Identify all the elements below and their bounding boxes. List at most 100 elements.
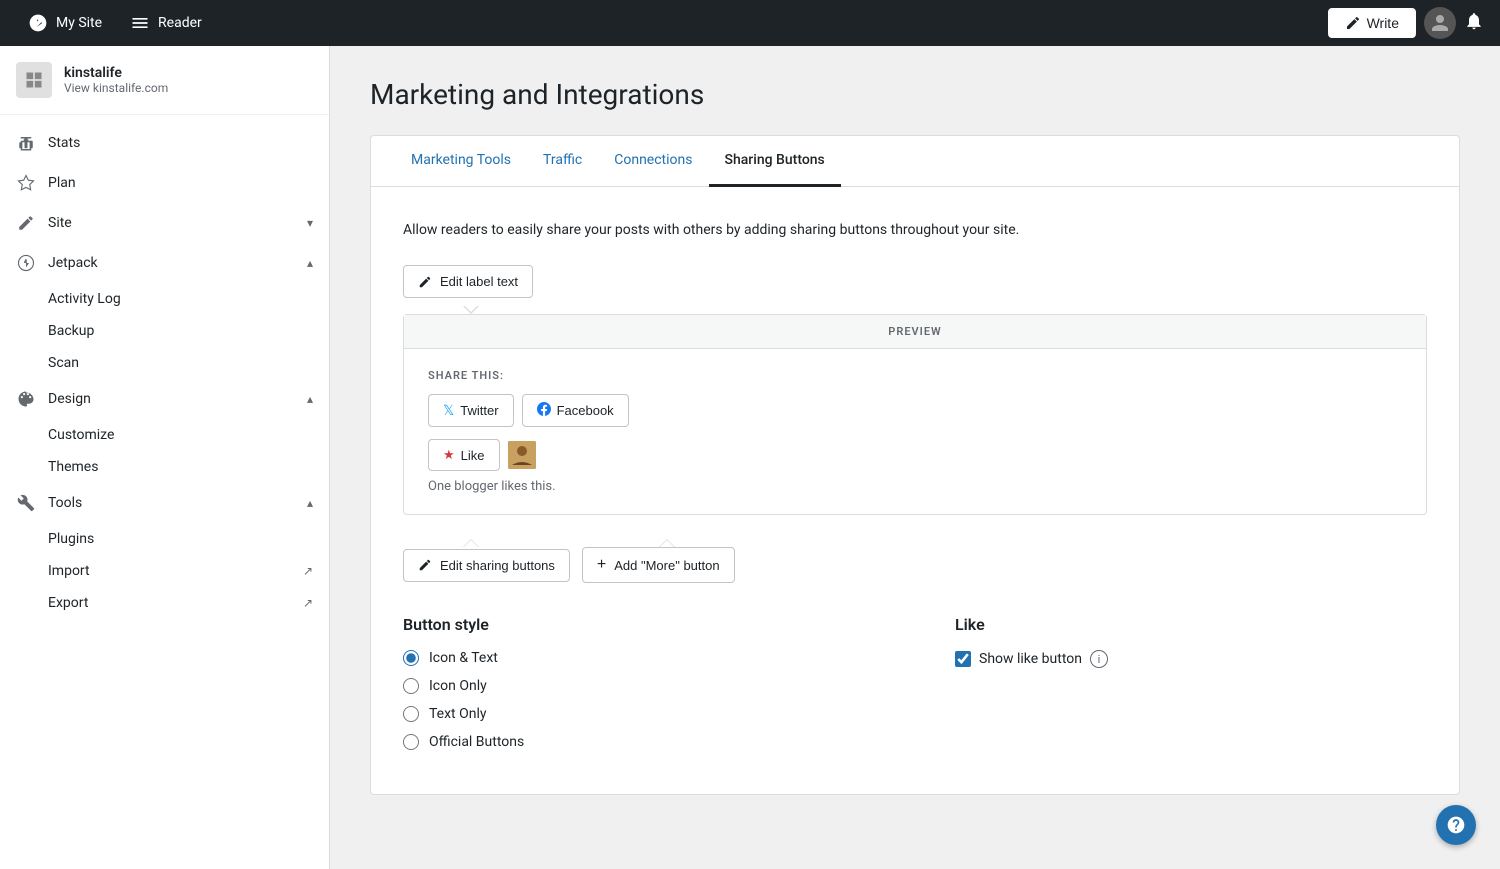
blogger-avatar-image xyxy=(508,441,536,469)
grid-icon xyxy=(24,70,44,90)
sidebar-item-backup[interactable]: Backup xyxy=(0,315,329,347)
sidebar-item-tools[interactable]: Tools ▴ xyxy=(0,483,329,523)
design-chevron-icon: ▴ xyxy=(307,392,313,406)
style-radio-official[interactable] xyxy=(403,734,419,750)
user-avatar[interactable] xyxy=(1424,7,1456,39)
tools-chevron-icon: ▴ xyxy=(307,496,313,510)
jetpack-label: Jetpack xyxy=(48,255,295,271)
options-row: Button style Icon & Text Icon Only Text … xyxy=(403,615,1427,762)
blogger-avatar xyxy=(508,441,536,469)
style-label-icon-text: Icon & Text xyxy=(429,650,498,666)
twitter-share-button[interactable]: 𝕏 Twitter xyxy=(428,394,514,427)
preview-content: SHARE THIS: 𝕏 Twitter Facebook xyxy=(404,349,1426,514)
site-header: kinstalife View kinstalife.com xyxy=(0,46,329,115)
sidebar-item-import[interactable]: Import ↗ xyxy=(0,555,329,587)
wordpress-icon xyxy=(28,13,48,33)
sidebar-navigation: Stats Plan Site ▾ xyxy=(0,115,329,627)
sidebar-item-scan[interactable]: Scan xyxy=(0,347,329,379)
style-option-official[interactable]: Official Buttons xyxy=(403,734,875,750)
show-like-button-checkbox[interactable] xyxy=(955,651,971,667)
facebook-icon xyxy=(537,402,551,419)
pencil-small-icon xyxy=(418,275,432,289)
plan-label: Plan xyxy=(48,175,313,191)
sidebar-item-export[interactable]: Export ↗ xyxy=(0,587,329,619)
site-info: kinstalife View kinstalife.com xyxy=(64,65,168,95)
sidebar-item-activity-log[interactable]: Activity Log xyxy=(0,283,329,315)
style-label-icon-only: Icon Only xyxy=(429,678,487,694)
reader-icon xyxy=(130,13,150,33)
twitter-label: Twitter xyxy=(460,403,498,418)
tab-marketing-tools[interactable]: Marketing Tools xyxy=(395,136,527,187)
write-label: Write xyxy=(1367,15,1399,31)
edit-sharing-buttons-label: Edit sharing buttons xyxy=(440,558,555,573)
edit-sharing-buttons-button[interactable]: Edit sharing buttons xyxy=(403,549,570,582)
site-chevron-icon: ▾ xyxy=(307,216,313,230)
add-more-button[interactable]: + Add "More" button xyxy=(582,547,735,583)
jetpack-icon xyxy=(16,253,36,273)
button-style-group: Button style Icon & Text Icon Only Text … xyxy=(403,615,875,762)
sidebar-item-plan[interactable]: Plan xyxy=(0,163,329,203)
scan-label: Scan xyxy=(48,355,79,371)
style-radio-text-only[interactable] xyxy=(403,706,419,722)
backup-label: Backup xyxy=(48,323,94,339)
twitter-icon: 𝕏 xyxy=(443,402,454,419)
like-section-title: Like xyxy=(955,615,1427,634)
write-icon xyxy=(1345,15,1361,31)
bell-icon xyxy=(1464,11,1484,31)
edit-label-text-label: Edit label text xyxy=(440,274,518,289)
tab-traffic[interactable]: Traffic xyxy=(527,136,598,187)
edit-label-arrow xyxy=(463,306,479,314)
one-blogger-text: One blogger likes this. xyxy=(428,479,1402,494)
like-button[interactable]: ★ Like xyxy=(428,439,500,471)
facebook-label: Facebook xyxy=(557,403,614,418)
style-option-icon-only[interactable]: Icon Only xyxy=(403,678,875,694)
my-site-label: My Site xyxy=(56,15,102,31)
style-option-text-only[interactable]: Text Only xyxy=(403,706,875,722)
like-row: ★ Like xyxy=(428,439,1402,471)
tab-sharing-buttons[interactable]: Sharing Buttons xyxy=(709,136,841,187)
activity-log-label: Activity Log xyxy=(48,291,121,307)
edit-label-text-button[interactable]: Edit label text xyxy=(403,265,533,298)
site-icon xyxy=(16,62,52,98)
import-external-icon: ↗ xyxy=(303,564,313,578)
tabs-container: Marketing Tools Traffic Connections Shar… xyxy=(370,135,1460,795)
like-label: Like xyxy=(461,448,485,463)
sharing-description: Allow readers to easily share your posts… xyxy=(403,219,1427,241)
stats-label: Stats xyxy=(48,135,313,151)
themes-label: Themes xyxy=(48,459,98,475)
tools-label: Tools xyxy=(48,495,295,511)
sidebar-item-design[interactable]: Design ▴ xyxy=(0,379,329,419)
style-radio-icon-only[interactable] xyxy=(403,678,419,694)
style-label-official: Official Buttons xyxy=(429,734,524,750)
show-like-info-icon[interactable]: i xyxy=(1090,650,1108,668)
page-title: Marketing and Integrations xyxy=(370,78,1460,111)
notifications-bell[interactable] xyxy=(1464,11,1484,36)
sidebar-item-customize[interactable]: Customize xyxy=(0,419,329,451)
sidebar-item-site[interactable]: Site ▾ xyxy=(0,203,329,243)
site-label: Site xyxy=(48,215,295,231)
show-like-button-label: Show like button xyxy=(979,651,1082,667)
design-icon xyxy=(16,389,36,409)
help-button[interactable] xyxy=(1436,805,1476,845)
site-url[interactable]: View kinstalife.com xyxy=(64,81,168,95)
facebook-share-button[interactable]: Facebook xyxy=(522,394,629,427)
write-button[interactable]: Write xyxy=(1328,8,1416,38)
sidebar-item-themes[interactable]: Themes xyxy=(0,451,329,483)
sidebar-item-plugins[interactable]: Plugins xyxy=(0,523,329,555)
style-option-icon-text[interactable]: Icon & Text xyxy=(403,650,875,666)
plus-icon: + xyxy=(597,556,606,574)
sidebar-item-jetpack[interactable]: Jetpack ▴ xyxy=(0,243,329,283)
pencil-icon xyxy=(16,213,36,233)
edit-sharing-arrow xyxy=(463,539,479,547)
style-radio-icon-text[interactable] xyxy=(403,650,419,666)
edit-buttons-row: Edit sharing buttons + Add "More" button xyxy=(403,547,1427,583)
sidebar-item-stats[interactable]: Stats xyxy=(0,123,329,163)
top-navigation: My Site Reader Write xyxy=(0,0,1500,46)
my-site-nav-item[interactable]: My Site xyxy=(16,13,114,33)
tab-connections[interactable]: Connections xyxy=(598,136,708,187)
add-more-arrow xyxy=(659,539,675,547)
site-name: kinstalife xyxy=(64,65,168,81)
edit-sharing-area: Edit sharing buttons + Add "More" button xyxy=(403,539,1427,583)
reader-nav-item[interactable]: Reader xyxy=(118,13,214,33)
bar-chart-icon xyxy=(16,133,36,153)
